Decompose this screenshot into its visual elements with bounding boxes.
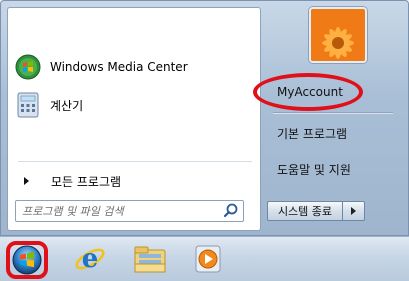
shutdown-options-button[interactable]: [343, 201, 365, 221]
program-label: 계산기: [50, 98, 84, 113]
all-programs-label: 모든 프로그램: [51, 174, 122, 189]
search-input[interactable]: [16, 202, 222, 220]
calculator-icon: [14, 91, 42, 119]
right-item-default-programs[interactable]: 기본 프로그램: [269, 121, 401, 145]
flower-user-picture: [311, 9, 365, 61]
right-item-label: 도움말 및 지원: [277, 162, 351, 177]
taskbar-internet-explorer-button[interactable]: e: [70, 241, 110, 277]
search-box[interactable]: [15, 200, 244, 222]
divider: [273, 112, 393, 113]
program-item-windows-media-center[interactable]: Windows Media Center: [12, 52, 258, 82]
taskbar-windows-media-player-button[interactable]: [188, 241, 228, 277]
svg-text:e: e: [82, 244, 99, 274]
right-item-help-and-support[interactable]: 도움말 및 지원: [269, 157, 401, 181]
taskbar-windows-explorer-button[interactable]: [130, 241, 170, 277]
windows-media-player-icon: [195, 245, 221, 273]
program-item-calculator[interactable]: 계산기: [12, 90, 258, 120]
search-icon[interactable]: [222, 202, 240, 220]
shutdown-label: 시스템 종료: [277, 205, 333, 218]
start-menu: Windows Media Center 계산기 모든 프로그램 프로그램 및 …: [0, 0, 409, 236]
right-item-label: 기본 프로그램: [277, 126, 348, 141]
internet-explorer-icon: e: [75, 244, 105, 274]
start-button[interactable]: [6, 241, 48, 279]
arrow-right-icon: [351, 207, 356, 215]
right-item-myaccount[interactable]: MyAccount: [269, 80, 401, 104]
windows-orb-icon: [12, 245, 42, 275]
taskbar: e: [0, 236, 409, 281]
start-menu-left-pane: Windows Media Center 계산기 모든 프로그램: [7, 7, 261, 231]
user-picture[interactable]: [309, 7, 367, 63]
shutdown-button[interactable]: 시스템 종료: [267, 201, 343, 221]
windows-media-center-icon: [14, 53, 42, 81]
right-item-label: MyAccount: [277, 85, 343, 99]
divider: [18, 161, 252, 162]
all-programs-item[interactable]: 모든 프로그램: [12, 170, 258, 192]
program-label: Windows Media Center: [50, 60, 188, 74]
windows-explorer-icon: [134, 246, 166, 273]
arrow-right-icon: [24, 177, 29, 185]
